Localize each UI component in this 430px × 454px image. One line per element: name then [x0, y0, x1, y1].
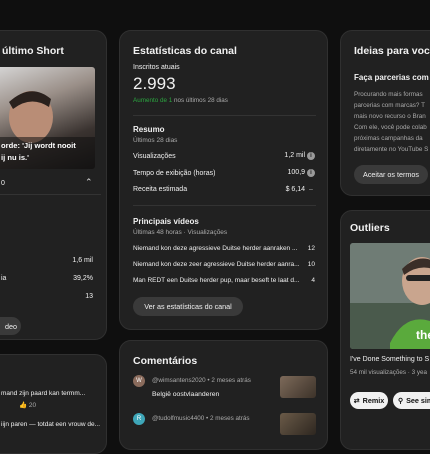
comment-text: België oostvlaanderen	[152, 391, 220, 398]
outlier-video-title[interactable]: I've Done Something to S	[350, 356, 429, 363]
latest-short-card: último Short orde: 'Jij wordt nooit ij n…	[0, 30, 107, 340]
short-thumbnail[interactable]: orde: 'Jij wordt nooit ij nu is.'	[0, 67, 95, 169]
short-stat-partial: 0	[1, 180, 5, 187]
short-caption-line1: orde: 'Jij wordt nooit	[1, 141, 76, 150]
chevron-up-icon[interactable]: ⌃	[85, 177, 93, 188]
outlier-thumbnail[interactable]: the	[350, 243, 430, 349]
ideas-body-line: diretamente no YouTube S	[354, 146, 429, 153]
comment-author[interactable]: @tudolfmusic4400	[152, 415, 204, 422]
see-similar-button[interactable]: ⚲See simi	[393, 392, 430, 409]
comment-meta: @tudolfmusic4400 • 2 meses atrás	[152, 415, 250, 422]
divider	[133, 205, 316, 206]
outlier-video-meta: 54 mil visualizações · 3 yea	[350, 369, 427, 376]
latest-short-title: último Short	[2, 45, 64, 57]
outliers-title: Outliers	[350, 222, 390, 234]
top-video-row[interactable]: Niemand kon deze zeer agressieve Duitse …	[133, 261, 315, 268]
dash-icon: –	[309, 186, 313, 193]
comment-line: iijn paren — totdat een vrouw de...	[1, 421, 101, 428]
ideas-subtitle: Faça parcerias com m	[354, 73, 430, 82]
comments-card: Comentários W @wimsantens2020 • 2 meses …	[119, 340, 328, 450]
accept-terms-button[interactable]: Aceitar os termos	[354, 165, 428, 184]
short-stat-row: 13	[85, 293, 93, 300]
channel-stats-title: Estatísticas do canal	[133, 45, 237, 57]
ideas-body-line: Procurando mais formas	[354, 91, 423, 98]
comments-title: Comentários	[133, 355, 198, 367]
svg-text:the: the	[416, 328, 430, 342]
divider	[133, 115, 316, 116]
summary-title: Resumo	[133, 125, 165, 134]
comment-video-thumbnail[interactable]	[280, 376, 316, 398]
ideas-title: Ideias para você	[354, 45, 430, 57]
short-stat-row: ia 39,2%	[1, 275, 93, 282]
divider	[0, 194, 101, 195]
channel-analytics-button[interactable]: Ver as estatísticas do canal	[133, 297, 243, 316]
subscribers-label: Inscritos atuais	[133, 64, 180, 71]
remix-button[interactable]: ⇄ Remix	[350, 392, 388, 409]
outlier-thumbnail-image: the	[350, 243, 430, 349]
subscribers-growth: Aumento de 1 nos últimos 28 dias	[133, 97, 228, 104]
comment-likes[interactable]: 👍 20	[19, 401, 36, 409]
summary-row-revenue: Receita estimada $ 6,14 –	[133, 186, 315, 193]
search-icon: ⚲	[398, 397, 404, 405]
top-videos-title: Principais vídeos	[133, 217, 199, 226]
ideas-body-line: mais novo recurso o Bran	[354, 113, 426, 120]
channel-stats-card: Estatísticas do canal Inscritos atuais 2…	[119, 30, 328, 330]
remix-icon: ⇄	[353, 397, 360, 405]
subscribers-count: 2.993	[133, 74, 176, 93]
top-video-row[interactable]: Man REDT een Duitse herder pup, maar bes…	[133, 277, 315, 284]
ideas-card: Ideias para você Faça parcerias com m Pr…	[340, 30, 430, 196]
summary-period: Últimos 28 dias	[133, 137, 178, 144]
summary-row-views: Visualizações 1,2 mil i	[133, 152, 315, 160]
thumbs-up-icon: 👍	[19, 402, 28, 409]
ideas-body-line: próximas campanhas da	[354, 135, 423, 142]
info-icon[interactable]: i	[307, 169, 315, 177]
comment-meta: @wimsantens2020 • 2 meses atrás	[152, 377, 251, 384]
ideas-body-line: Com ele, você pode colab	[354, 124, 427, 131]
summary-row-watch-time: Tempo de exibição (horas) 100,9 i	[133, 169, 315, 177]
top-videos-subtitle: Últimas 48 horas · Visualizações	[133, 229, 228, 236]
top-video-row[interactable]: Niemand kon deze agressieve Duitse herde…	[133, 245, 315, 252]
comment-avatar: W	[133, 375, 145, 387]
short-stat-row: 1,6 mil	[72, 257, 93, 264]
short-caption-line2: ij nu is.'	[1, 153, 29, 162]
comment-video-thumbnail[interactable]	[280, 413, 316, 435]
ideas-body-line: parcerias com marcas? T	[354, 102, 425, 109]
outliers-card: Outliers the I've Done Something to S 54…	[340, 210, 430, 450]
comment-avatar: R	[133, 413, 145, 425]
latest-comments-card: mand zijn paard kan termm... 👍 20 iijn p…	[0, 354, 107, 454]
comment-author[interactable]: @wimsantens2020	[152, 377, 206, 384]
short-analytics-button[interactable]: deo	[0, 317, 21, 335]
comment-line: mand zijn paard kan termm...	[1, 390, 86, 397]
info-icon[interactable]: i	[307, 152, 315, 160]
